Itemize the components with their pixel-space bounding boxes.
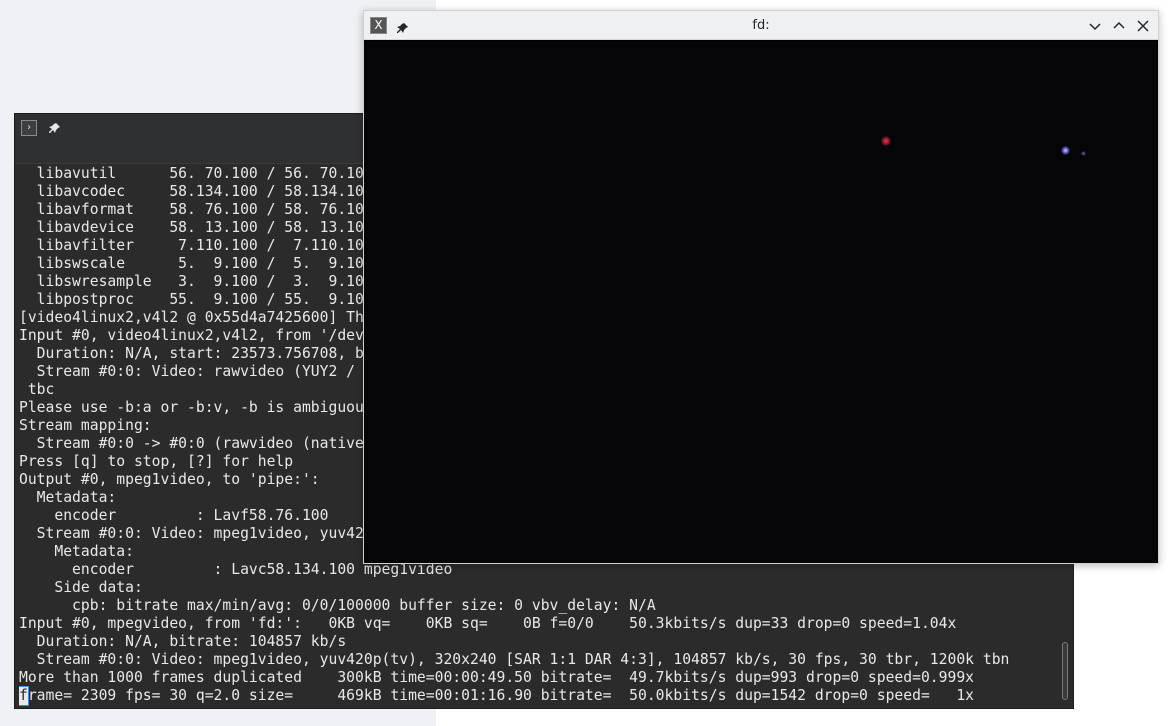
video-window[interactable]: X fd: [363,10,1159,564]
terminal-line: Stream #0:0: Video: mpeg1video, yuv420p(… [19,651,1010,668]
minimize-button[interactable] [1088,18,1102,32]
terminal-line: Duration: N/A, bitrate: 104857 kb/s [19,633,347,650]
close-button[interactable] [1136,18,1150,32]
terminal-line-text: rame= 2309 fps= 30 q=2.0 size= 469kB tim… [27,687,975,704]
terminal-line: frame= 2309 fps= 30 q=2.0 size= 469kB ti… [19,686,1053,706]
scrollbar-thumb[interactable] [1062,642,1068,700]
close-icon [1137,20,1149,32]
video-titlebar[interactable]: X fd: [364,11,1158,40]
red-light-spot [881,136,891,146]
maximize-button[interactable] [1112,18,1126,32]
text-cursor: f [19,686,29,706]
video-frame [364,41,1158,563]
terminal-prompt-icon[interactable]: › [21,120,37,136]
chevron-down-icon [1089,23,1101,31]
terminal-line: Side data: [19,579,143,596]
terminal-line: More than 1000 frames duplicated 300kB t… [19,669,975,686]
terminal-line: Input #0, mpegvideo, from 'fd:': 0KB vq=… [19,615,957,632]
blue-light-spot [1061,146,1070,155]
pin-icon[interactable] [49,122,61,134]
terminal-line: cpb: bitrate max/min/avg: 0/0/100000 buf… [19,597,656,614]
chevron-up-icon [1113,21,1125,29]
blue-light-spot [1081,151,1086,156]
window-title: fd: [752,18,770,33]
